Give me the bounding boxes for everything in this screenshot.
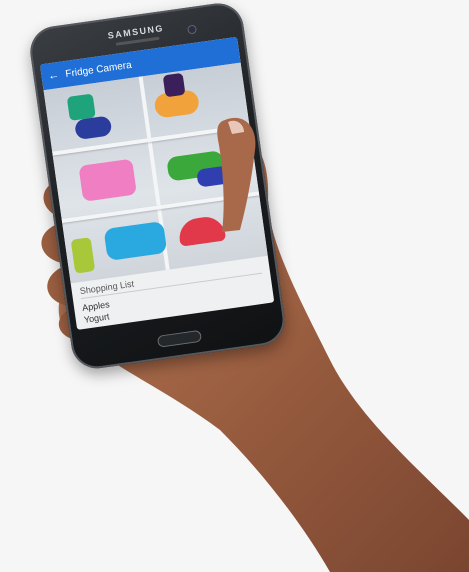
lemonade-jar <box>70 237 96 274</box>
phone-screen: ← Fridge Camera Shopping List Apples Yog… <box>39 36 275 330</box>
bottle <box>162 72 186 98</box>
berry-bowl <box>74 115 113 141</box>
app-title: Fridge Camera <box>64 59 133 80</box>
scene: SAMSUNG ← Fridge Camera Shopping List Ap… <box>0 0 469 572</box>
salad-bowl <box>103 220 168 261</box>
home-button[interactable] <box>156 329 203 348</box>
pink-cake <box>78 158 137 202</box>
front-camera <box>188 25 196 34</box>
fridge-camera-view[interactable] <box>43 62 268 284</box>
watermelon <box>177 214 227 247</box>
arrow-left-icon[interactable]: ← <box>47 69 61 83</box>
